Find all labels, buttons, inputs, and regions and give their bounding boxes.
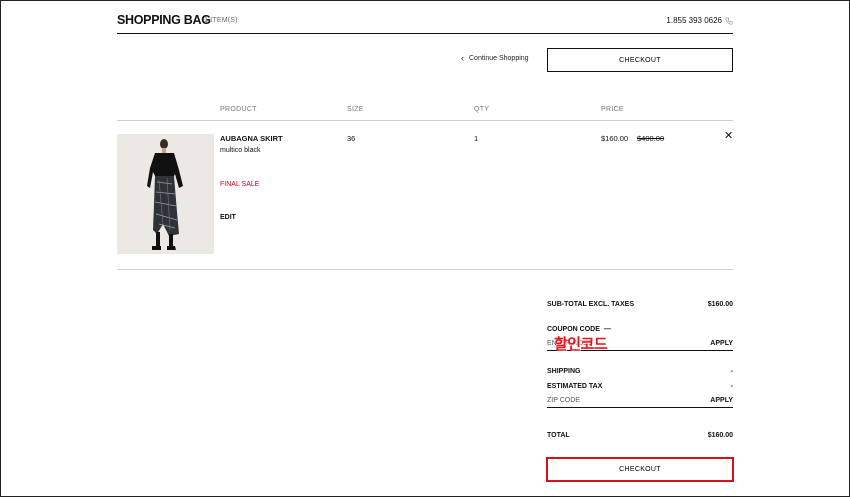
phone-number: 1.855 393 0626: [666, 16, 722, 25]
item-count: 1 ITEM(S): [204, 17, 238, 24]
shipping-value: -: [730, 368, 733, 375]
minus-icon: —: [603, 326, 611, 333]
continue-shopping-link[interactable]: ‹ Continue Shopping: [461, 54, 529, 63]
promo-code-overlay: 할인코드: [554, 335, 608, 353]
product-size: 36: [347, 134, 356, 143]
total-value: $160.00: [707, 432, 733, 439]
product-name[interactable]: AUBAGNA SKIRT: [220, 134, 283, 143]
edit-item-link[interactable]: EDIT: [220, 214, 236, 221]
column-product: PRODUCT: [220, 106, 257, 113]
tax-value: -: [730, 383, 733, 390]
zip-underline: [547, 407, 733, 408]
product-divider: [117, 269, 733, 270]
page-title: SHOPPING BAG: [117, 13, 211, 27]
bag-header: SHOPPING BAG 1 ITEM(S) 1.855 393 0626: [117, 12, 733, 34]
zip-field[interactable]: ZIP CODE APPLY: [547, 397, 733, 407]
product-original-price: $400.00: [637, 134, 665, 143]
continue-shopping-label: Continue Shopping: [469, 55, 529, 62]
checkout-button-bottom[interactable]: CHECKOUT: [546, 457, 734, 482]
column-size: SIZE: [347, 106, 364, 113]
tax-label: ESTIMATED TAX: [547, 383, 603, 390]
subtotal-label: SUB-TOTAL EXCL. TAXES: [547, 301, 634, 308]
phone-link[interactable]: 1.855 393 0626: [666, 16, 733, 25]
product-qty: 1: [474, 134, 479, 143]
coupon-apply-button[interactable]: APPLY: [710, 340, 733, 347]
coupon-code-label: COUPON CODE: [547, 326, 600, 333]
model-figure-icon: [117, 134, 214, 254]
zip-apply-button[interactable]: APPLY: [710, 397, 733, 404]
final-sale-badge: FINAL SALE: [220, 181, 260, 188]
product-image[interactable]: [117, 134, 214, 254]
phone-icon: [725, 17, 733, 24]
shipping-label: SHIPPING: [547, 368, 581, 375]
column-price: PRICE: [601, 106, 624, 113]
product-color: multico black: [220, 147, 261, 154]
product-price: $160.00: [601, 134, 629, 143]
header-divider: [117, 120, 733, 121]
total-label: TOTAL: [547, 432, 570, 439]
remove-item-icon[interactable]: ✕: [724, 131, 733, 142]
chevron-left-icon: ‹: [461, 53, 464, 63]
checkout-button-top[interactable]: CHECKOUT: [547, 48, 733, 72]
zip-code-input[interactable]: ZIP CODE: [547, 397, 580, 404]
subtotal-value: $160.00: [707, 301, 733, 308]
column-qty: QTY: [474, 106, 490, 113]
